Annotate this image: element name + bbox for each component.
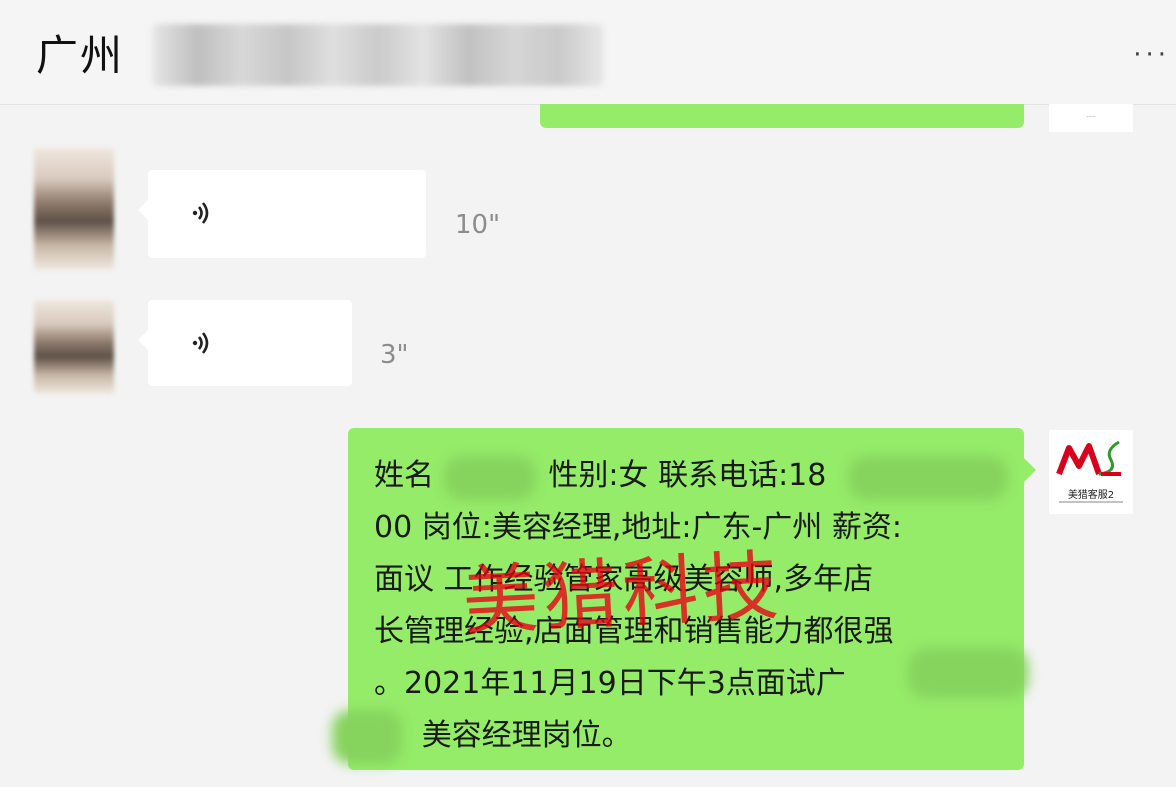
own-avatar-logo[interactable]: 美猎客服2 bbox=[1049, 430, 1133, 514]
voice-duration: 10" bbox=[455, 210, 501, 240]
brand-logo-icon bbox=[1056, 440, 1121, 476]
chat-header: 广州 ··· bbox=[0, 0, 1176, 105]
blurred-title-text bbox=[152, 24, 604, 86]
voice-wave-icon bbox=[192, 202, 209, 224]
voice-wave-icon bbox=[192, 332, 209, 354]
blurred-location-patch bbox=[908, 648, 1028, 698]
contact-avatar[interactable] bbox=[34, 300, 114, 394]
logo-name: 美猎客服2 bbox=[1067, 490, 1115, 501]
blurred-name-patch bbox=[444, 456, 536, 500]
voice-message-bubble[interactable] bbox=[138, 170, 426, 258]
logo-divider bbox=[1059, 501, 1123, 503]
chat-title: 广州 bbox=[36, 31, 125, 80]
own-avatar-top[interactable]: ····· bbox=[1049, 104, 1133, 132]
outgoing-text-message[interactable]: 姓名 性别:女 联系电话:18 00 岗位:美容经理,地址:广东-广州 薪资: … bbox=[332, 428, 1036, 770]
blurred-location-patch bbox=[332, 710, 402, 764]
avatar-tiny-text: ····· bbox=[1086, 114, 1096, 121]
blurred-phone-patch bbox=[848, 456, 1008, 500]
voice-message-bubble[interactable] bbox=[138, 300, 352, 386]
previous-message-bubble bbox=[540, 104, 1024, 128]
contact-avatar[interactable] bbox=[34, 148, 114, 270]
voice-duration: 3" bbox=[380, 340, 409, 370]
more-dots-icon[interactable]: ··· bbox=[1133, 40, 1170, 70]
